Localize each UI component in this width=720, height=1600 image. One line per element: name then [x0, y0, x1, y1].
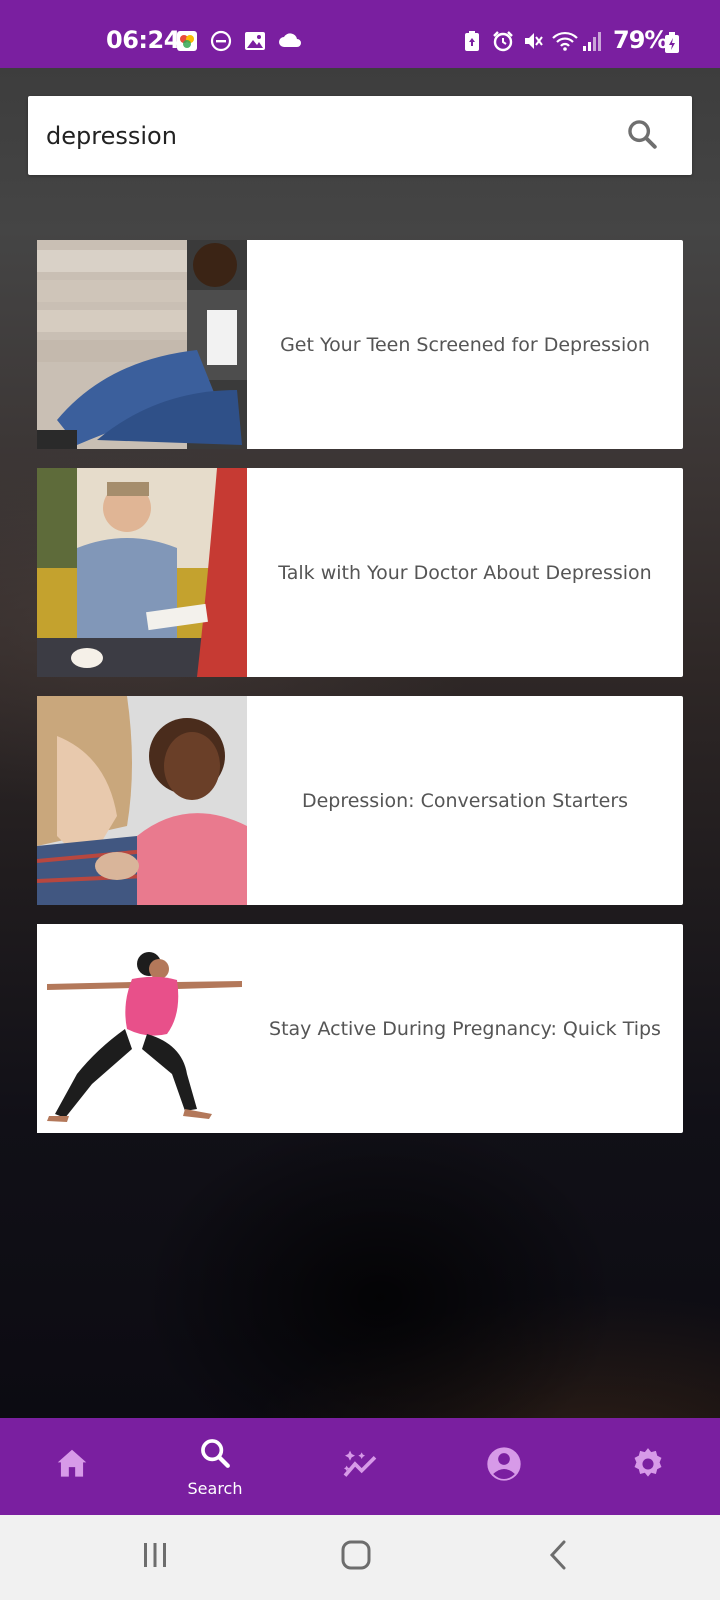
search-bar	[28, 96, 692, 175]
cloud-icon	[278, 30, 301, 52]
battery-charging-icon	[664, 32, 686, 54]
teen-sitting-on-steps-photo	[37, 240, 247, 449]
photos-icon	[176, 30, 198, 52]
pregnant-woman-yoga-photo	[37, 924, 247, 1133]
back-button[interactable]	[534, 1537, 584, 1577]
signal-icon	[582, 30, 604, 52]
bottom-navigation: Search	[0, 1418, 720, 1515]
settings-icon	[629, 1445, 667, 1488]
nav-search[interactable]: Search	[155, 1418, 275, 1515]
nav-home[interactable]	[12, 1418, 132, 1515]
battery-saver-icon	[462, 30, 484, 52]
system-navigation-bar	[0, 1515, 720, 1600]
insights-icon	[340, 1444, 380, 1489]
do-not-disturb-icon	[210, 30, 232, 52]
wifi-icon	[552, 30, 578, 52]
nav-insights[interactable]	[300, 1418, 420, 1515]
result-title: Depression: Conversation Starters	[301, 789, 629, 812]
result-title: Stay Active During Pregnancy: Quick Tips	[269, 1017, 661, 1040]
search-icon	[625, 117, 659, 156]
recent-apps-button[interactable]	[130, 1537, 180, 1577]
nav-account[interactable]	[444, 1418, 564, 1515]
mute-icon	[522, 30, 544, 52]
alarm-icon	[492, 30, 514, 52]
status-bar: 06:24 79%	[0, 0, 720, 68]
result-card[interactable]: Get Your Teen Screened for Depression	[37, 240, 683, 449]
search-icon	[198, 1436, 232, 1475]
recent-apps-icon	[140, 1540, 170, 1575]
status-time: 06:24	[106, 26, 180, 54]
home-button[interactable]	[331, 1537, 381, 1577]
women-talking-photo	[37, 696, 247, 905]
nav-settings[interactable]	[588, 1418, 708, 1515]
doctor-consultation-photo	[37, 468, 247, 677]
nav-search-label: Search	[187, 1478, 243, 1498]
search-button[interactable]	[622, 116, 662, 156]
home-icon	[53, 1445, 91, 1488]
result-title: Get Your Teen Screened for Depression	[280, 333, 650, 356]
battery-percentage: 79%	[613, 26, 668, 54]
result-card[interactable]: Depression: Conversation Starters	[37, 696, 683, 905]
account-icon	[484, 1444, 524, 1489]
search-input[interactable]	[46, 114, 586, 158]
result-card[interactable]: Talk with Your Doctor About Depression	[37, 468, 683, 677]
result-title: Talk with Your Doctor About Depression	[278, 561, 652, 584]
gallery-icon	[244, 30, 266, 52]
back-icon	[545, 1539, 573, 1576]
home-button-icon	[340, 1539, 372, 1576]
result-card[interactable]: Stay Active During Pregnancy: Quick Tips	[37, 924, 683, 1133]
